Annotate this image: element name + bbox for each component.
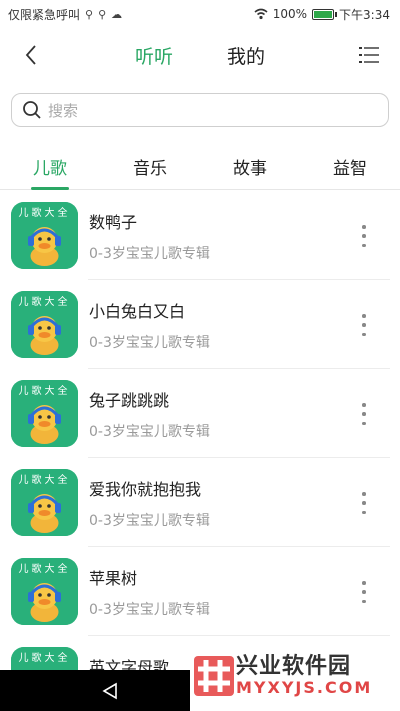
watermark-url: MYXYJS.COM bbox=[236, 678, 373, 697]
dot bbox=[362, 412, 366, 416]
album-subtitle: 0-3岁宝宝儿歌专辑 bbox=[89, 602, 210, 618]
status-left: 仅限紧急呼叫 ⚲ ⚲ ☁ bbox=[8, 6, 122, 23]
more-options-icon[interactable] bbox=[358, 403, 370, 425]
tab-music[interactable]: 音乐 bbox=[100, 142, 200, 190]
dot bbox=[362, 421, 366, 425]
more-options-icon[interactable] bbox=[358, 581, 370, 603]
cover-art-icon: 儿歌大全 bbox=[11, 202, 78, 269]
album-subtitle: 0-3岁宝宝儿歌专辑 bbox=[89, 424, 210, 440]
tab-mine[interactable]: 我的 bbox=[227, 42, 265, 69]
dot bbox=[362, 314, 366, 318]
album-title: 苹果树 bbox=[89, 569, 138, 588]
battery-icon bbox=[312, 8, 338, 20]
carrier-text: 仅限紧急呼叫 bbox=[8, 7, 81, 22]
battery-level bbox=[314, 10, 333, 18]
album-cover: 儿歌大全 bbox=[11, 202, 78, 269]
more-options-icon[interactable] bbox=[358, 225, 370, 247]
search-icon bbox=[23, 101, 41, 119]
header-tabs: 听听 我的 bbox=[0, 28, 400, 82]
menu-button[interactable] bbox=[356, 42, 382, 68]
album-cover: 儿歌大全 bbox=[11, 469, 78, 536]
battery-percent: 100% bbox=[272, 7, 308, 21]
dot bbox=[362, 581, 366, 585]
watermark-name: 兴业软件园 bbox=[236, 654, 352, 679]
cover-text: 儿歌大全 bbox=[19, 206, 71, 219]
album-title: 数鸭子 bbox=[89, 213, 138, 232]
cover-art-icon: 儿歌大全 bbox=[11, 380, 78, 447]
cover-art-icon: 儿歌大全 bbox=[11, 291, 78, 358]
dot bbox=[362, 590, 366, 594]
cloud-icon: ☁ bbox=[111, 7, 123, 21]
dot bbox=[362, 323, 366, 327]
watermark: 兴业软件园 MYXYJS.COM bbox=[190, 646, 400, 711]
album-title: 小白兔白又白 bbox=[89, 302, 186, 321]
tab-children-songs[interactable]: 儿歌 bbox=[0, 142, 100, 190]
dot bbox=[362, 225, 366, 229]
dot bbox=[362, 492, 366, 496]
cover-text: 儿歌大全 bbox=[19, 384, 71, 397]
album-subtitle: 0-3岁宝宝儿歌专辑 bbox=[89, 513, 210, 529]
dot bbox=[362, 510, 366, 514]
nav-back-icon[interactable] bbox=[101, 682, 119, 700]
album-row[interactable]: 儿歌大全数鸭子 0-3岁宝宝儿歌专辑 bbox=[0, 191, 400, 280]
album-subtitle: 0-3岁宝宝儿歌专辑 bbox=[89, 335, 210, 351]
usb-icon: ⚲ bbox=[85, 7, 94, 21]
album-list: 儿歌大全 数鸭子 0-3岁宝宝儿歌专辑 儿歌大全 小白兔白又白 0-3岁宝宝儿歌专辑 儿歌大… bbox=[0, 191, 400, 711]
dot bbox=[362, 243, 366, 247]
album-title: 兔子跳跳跳 bbox=[89, 391, 170, 410]
usb-icon-2: ⚲ bbox=[98, 7, 107, 21]
album-cover: 儿歌大全 bbox=[11, 558, 78, 625]
dot bbox=[362, 501, 366, 505]
clock: 下午3:34 bbox=[339, 7, 390, 22]
dot bbox=[362, 599, 366, 603]
tab-puzzle[interactable]: 益智 bbox=[300, 142, 400, 190]
album-cover: 儿歌大全 bbox=[11, 291, 78, 358]
category-tabs: 儿歌 音乐 故事 益智 bbox=[0, 142, 400, 190]
album-row[interactable]: 儿歌大全兔子跳跳跳 0-3岁宝宝儿歌专辑 bbox=[0, 369, 400, 458]
album-row[interactable]: 儿歌大全苹果树 0-3岁宝宝儿歌专辑 bbox=[0, 547, 400, 636]
more-options-icon[interactable] bbox=[358, 492, 370, 514]
dot bbox=[362, 332, 366, 336]
album-title: 爱我你就抱抱我 bbox=[89, 480, 202, 499]
dot bbox=[362, 403, 366, 407]
cover-art-icon: 儿歌大全 bbox=[11, 558, 78, 625]
more-options-icon[interactable] bbox=[358, 314, 370, 336]
cover-text: 儿歌大全 bbox=[19, 651, 71, 664]
search-input[interactable]: 搜索 bbox=[11, 93, 389, 127]
album-cover: 儿歌大全 bbox=[11, 380, 78, 447]
search-placeholder: 搜索 bbox=[48, 101, 79, 120]
cover-text: 儿歌大全 bbox=[19, 473, 71, 486]
status-right: 100% 下午3:34 bbox=[254, 6, 390, 23]
album-row[interactable]: 儿歌大全小白兔白又白 0-3岁宝宝儿歌专辑 bbox=[0, 280, 400, 369]
wifi-icon bbox=[254, 8, 268, 20]
list-menu-icon bbox=[359, 47, 379, 63]
cover-text: 儿歌大全 bbox=[19, 295, 71, 308]
album-subtitle: 0-3岁宝宝儿歌专辑 bbox=[89, 246, 210, 262]
tab-listen[interactable]: 听听 bbox=[135, 42, 173, 69]
header: 听听 我的 bbox=[0, 28, 400, 82]
album-row[interactable]: 儿歌大全爱我你就抱抱我 0-3岁宝宝儿歌专辑 bbox=[0, 458, 400, 547]
cover-text: 儿歌大全 bbox=[19, 562, 71, 575]
status-bar: 仅限紧急呼叫 ⚲ ⚲ ☁ 100% 下午3:34 bbox=[0, 0, 400, 28]
watermark-logo-icon bbox=[194, 656, 234, 696]
tab-stories[interactable]: 故事 bbox=[200, 142, 300, 190]
dot bbox=[362, 234, 366, 238]
cover-art-icon: 儿歌大全 bbox=[11, 469, 78, 536]
